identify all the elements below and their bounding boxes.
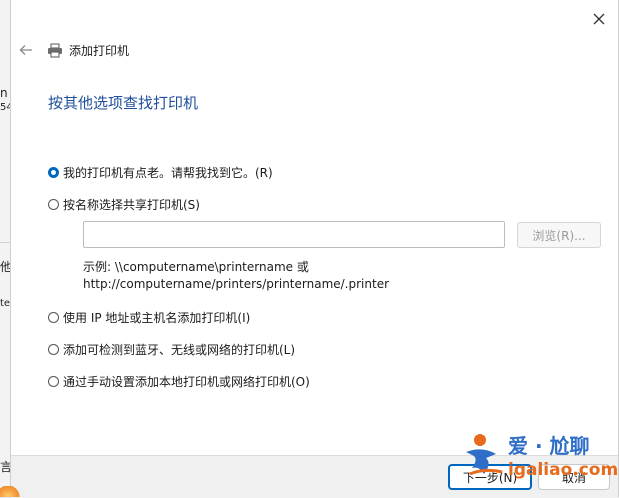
example-line-1: 示例: \\computername\printername 或 — [83, 260, 309, 274]
radio-button[interactable] — [48, 344, 59, 355]
option-label: 按名称选择共享打印机(S) — [63, 198, 200, 212]
radio-button[interactable] — [48, 376, 59, 387]
wizard-nav: 添加打印机 — [17, 40, 129, 60]
radio-button[interactable] — [48, 199, 59, 210]
printer-icon — [47, 42, 63, 58]
option-ip-address[interactable]: 使用 IP 地址或主机名添加打印机(I) — [48, 309, 250, 326]
option-manual-local[interactable]: 通过手动设置添加本地打印机或网络打印机(O) — [48, 373, 310, 390]
page-heading: 按其他选项查找打印机 — [48, 94, 199, 112]
radio-button[interactable] — [48, 167, 59, 178]
add-printer-dialog: 添加打印机 按其他选项查找打印机 我的打印机有点老。请帮我找到它。(R) 按名称… — [10, 0, 619, 498]
option-old-printer[interactable]: 我的打印机有点老。请帮我找到它。(R) — [48, 164, 273, 181]
wizard-title: 添加打印机 — [69, 43, 130, 58]
shared-printer-name-input[interactable] — [83, 221, 505, 248]
example-line-2: http://computername/printers/printername… — [83, 277, 390, 291]
close-icon — [593, 13, 605, 25]
radio-button[interactable] — [48, 312, 59, 323]
example-text: 示例: \\computername\printername 或 http://… — [83, 259, 389, 293]
watermark: 爱 · 尬聊 igaliao.com — [462, 428, 618, 486]
background-text: te — [0, 298, 11, 309]
option-label: 使用 IP 地址或主机名添加打印机(I) — [63, 311, 251, 325]
watermark-logo-icon — [466, 434, 503, 476]
background-text: n — [0, 86, 8, 100]
browse-button[interactable]: 浏览(R)... — [517, 222, 601, 248]
watermark-url: igaliao.com — [508, 460, 619, 480]
option-bluetooth-wireless[interactable]: 添加可检测到蓝牙、无线或网络的打印机(L) — [48, 341, 295, 358]
option-label: 通过手动设置添加本地打印机或网络打印机(O) — [63, 375, 310, 389]
back-arrow-icon — [19, 45, 32, 55]
close-button[interactable] — [588, 8, 610, 30]
option-label: 添加可检测到蓝牙、无线或网络的打印机(L) — [63, 343, 296, 357]
option-shared-printer[interactable]: 按名称选择共享打印机(S) — [48, 196, 200, 213]
back-button[interactable] — [17, 41, 35, 59]
watermark-title: 爱 · 尬聊 — [508, 434, 590, 458]
option-label: 我的打印机有点老。请帮我找到它。(R) — [63, 166, 273, 180]
corner-decoration — [0, 486, 20, 497]
